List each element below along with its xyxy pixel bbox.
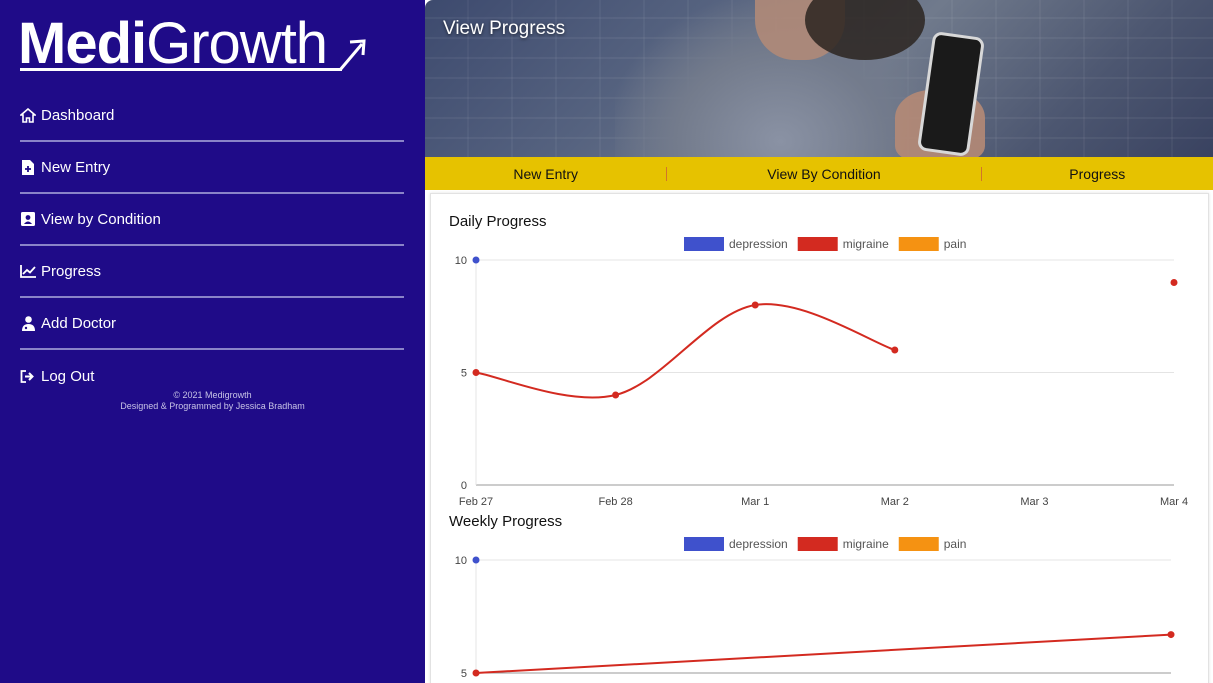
chart-line-icon (20, 263, 36, 279)
sidebar: MediGrowth Dashboard New Entry View by C… (0, 0, 425, 683)
sidebar-item-label: View by Condition (41, 210, 161, 228)
sidebar-item-label: Dashboard (41, 106, 115, 124)
daily-progress-chart: depression migraine pain 0 5 10 Feb 27 Feb 28 Ma… (455, 237, 1188, 508)
legend-swatch-pain (898, 237, 939, 251)
y-tick-label: 5 (461, 368, 467, 380)
data-point-migraine (1167, 631, 1175, 639)
weekly-progress-chart: depression migraine pain 5 10 (455, 537, 1175, 680)
chart-legend: depression migraine pain (684, 237, 966, 251)
sidebar-nav: Dashboard New Entry View by Condition Pr… (20, 90, 404, 402)
x-tick-label: Mar 4 (1160, 496, 1188, 508)
legend-label-depression: depression (729, 237, 788, 251)
credits-text: Designed & Programmed by Jessica Bradham (120, 401, 305, 411)
data-point-migraine (612, 391, 620, 399)
page-title: View Progress (443, 18, 566, 39)
legend-swatch-depression (684, 537, 724, 551)
sidebar-item-label: New Entry (41, 158, 111, 176)
tab-new-entry[interactable]: New Entry (425, 166, 666, 182)
x-tick-label: Feb 27 (459, 496, 493, 508)
logo-underline (20, 68, 342, 71)
x-tick-label: Feb 28 (598, 496, 632, 508)
data-point-migraine (472, 369, 480, 376)
sidebar-item-dashboard[interactable]: Dashboard (20, 90, 404, 142)
y-tick-label: 10 (455, 555, 467, 567)
x-tick-label: Mar 3 (1020, 496, 1048, 508)
sign-out-icon (20, 368, 36, 384)
file-plus-icon (20, 159, 36, 175)
copyright-text: © 2021 Medigrowth (173, 390, 252, 400)
legend-swatch-migraine (797, 237, 838, 251)
x-tick-label: Mar 2 (881, 496, 909, 508)
sidebar-item-progress[interactable]: Progress (20, 246, 404, 298)
hero-banner: View Progress (425, 0, 1213, 157)
logo[interactable]: MediGrowth (18, 11, 366, 76)
growth-arrow-icon (338, 39, 366, 71)
id-card-icon (20, 211, 36, 227)
y-tick-label: 5 (461, 668, 467, 680)
sidebar-item-label: Add Doctor (41, 314, 117, 332)
legend-label-migraine: migraine (843, 537, 889, 551)
sidebar-item-label: Log Out (41, 367, 95, 385)
home-icon (20, 107, 36, 123)
sidebar-item-add-doctor[interactable]: Add Doctor (20, 298, 404, 350)
logo-text: MediGrowth (18, 11, 328, 76)
main-content: View Progress New Entry View By Conditio… (425, 0, 1213, 683)
legend-label-pain: pain (944, 537, 967, 551)
data-point-depression (472, 256, 480, 264)
series-line-migraine (475, 303, 896, 399)
legend-label-depression: depression (729, 537, 788, 551)
data-point-migraine (472, 669, 480, 677)
legend-swatch-pain (898, 537, 939, 551)
legend-label-migraine: migraine (843, 237, 889, 251)
y-tick-label: 0 (461, 480, 467, 492)
progress-card: Daily Progress depression migraine pain 0 5 1… (430, 193, 1209, 683)
x-tick-label: Mar 1 (741, 496, 769, 508)
data-point-migraine (1170, 279, 1178, 286)
doctor-icon (20, 315, 36, 331)
y-tick-label: 10 (455, 255, 467, 267)
sidebar-item-label: Progress (41, 262, 102, 280)
tab-progress[interactable]: Progress (982, 166, 1213, 182)
tab-bar: New Entry View By Condition Progress (425, 157, 1213, 190)
tab-view-by-condition[interactable]: View By Condition (667, 166, 980, 182)
legend-swatch-depression (684, 237, 724, 251)
sidebar-footer: © 2021 Medigrowth Designed & Programmed … (0, 390, 425, 412)
legend-swatch-migraine (797, 537, 838, 551)
chart-legend: depression migraine pain (684, 537, 966, 551)
sidebar-item-new-entry[interactable]: New Entry (20, 142, 404, 194)
series-line-migraine (475, 633, 1172, 674)
data-point-migraine (751, 301, 759, 309)
data-point-migraine (891, 346, 899, 354)
sidebar-item-view-by-condition[interactable]: View by Condition (20, 194, 404, 246)
legend-label-pain: pain (944, 237, 967, 251)
data-point-depression (472, 556, 480, 564)
